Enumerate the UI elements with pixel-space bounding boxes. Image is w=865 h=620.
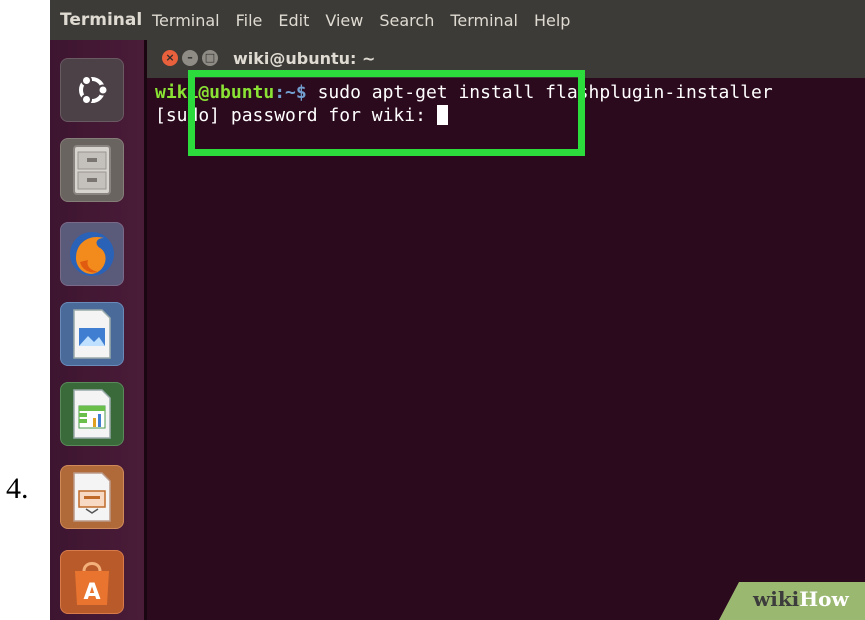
menu-view[interactable]: View	[317, 11, 371, 30]
software-center-icon[interactable]: A	[60, 550, 124, 614]
highlight-box	[188, 70, 585, 156]
wikihow-wiki: wiki	[753, 587, 800, 611]
menu-terminal-2[interactable]: Terminal	[442, 11, 526, 30]
app-name: Terminal	[60, 10, 143, 30]
libreoffice-draw-icon[interactable]	[60, 302, 124, 366]
menu-edit[interactable]: Edit	[270, 11, 317, 30]
close-button[interactable]: ×	[162, 50, 178, 66]
minimize-icon: –	[187, 51, 193, 64]
firefox-icon[interactable]	[60, 222, 124, 286]
wikihow-logo: wikiHow	[753, 587, 849, 611]
wikihow-how: How	[799, 587, 849, 611]
app-name-block: Terminal	[50, 0, 144, 40]
libreoffice-calc-icon[interactable]	[60, 382, 124, 446]
wikihow-watermark: wikiHow	[705, 582, 865, 620]
minimize-button[interactable]: –	[182, 50, 198, 66]
ubuntu-dash-icon[interactable]	[60, 58, 124, 122]
close-icon: ×	[165, 51, 175, 64]
top-panel: Terminal Terminal File Edit View Search …	[50, 0, 865, 40]
terminal-output[interactable]: wiki@ubuntu:~$ sudo apt-get install flas…	[147, 78, 865, 620]
libreoffice-impress-icon[interactable]	[60, 465, 124, 529]
step-number: 4.	[6, 472, 29, 505]
menu-file[interactable]: File	[228, 11, 271, 30]
menu-search[interactable]: Search	[371, 11, 442, 30]
window-title: wiki@ubuntu: ~	[233, 49, 376, 68]
launcher: A	[50, 40, 146, 620]
files-cabinet-icon[interactable]	[60, 138, 124, 202]
maximize-button[interactable]: □	[202, 50, 218, 66]
ubuntu-desktop: Terminal Terminal File Edit View Search …	[50, 0, 865, 620]
maximize-icon: □	[204, 51, 216, 64]
menu-terminal[interactable]: Terminal	[144, 11, 228, 30]
svg-text:A: A	[83, 580, 100, 605]
menu-help[interactable]: Help	[526, 11, 578, 30]
menu-bar: Terminal File Edit View Search Terminal …	[144, 0, 578, 40]
